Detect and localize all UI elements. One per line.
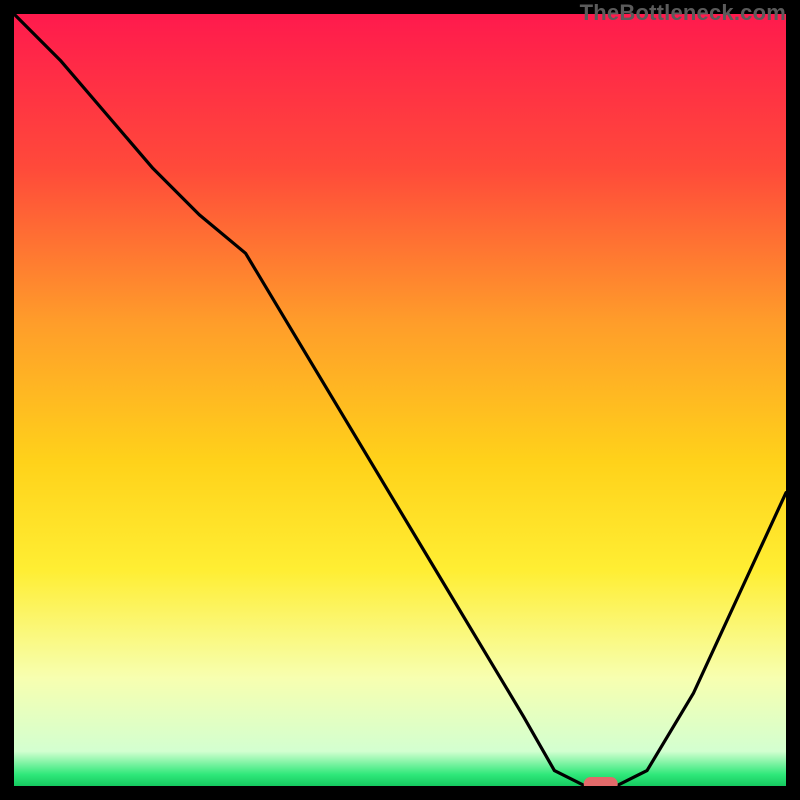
gradient-background xyxy=(14,14,786,786)
plot-svg xyxy=(14,14,786,786)
watermark-text: TheBottleneck.com xyxy=(580,0,786,26)
optimal-point-marker xyxy=(584,777,618,786)
chart-frame xyxy=(14,14,786,786)
